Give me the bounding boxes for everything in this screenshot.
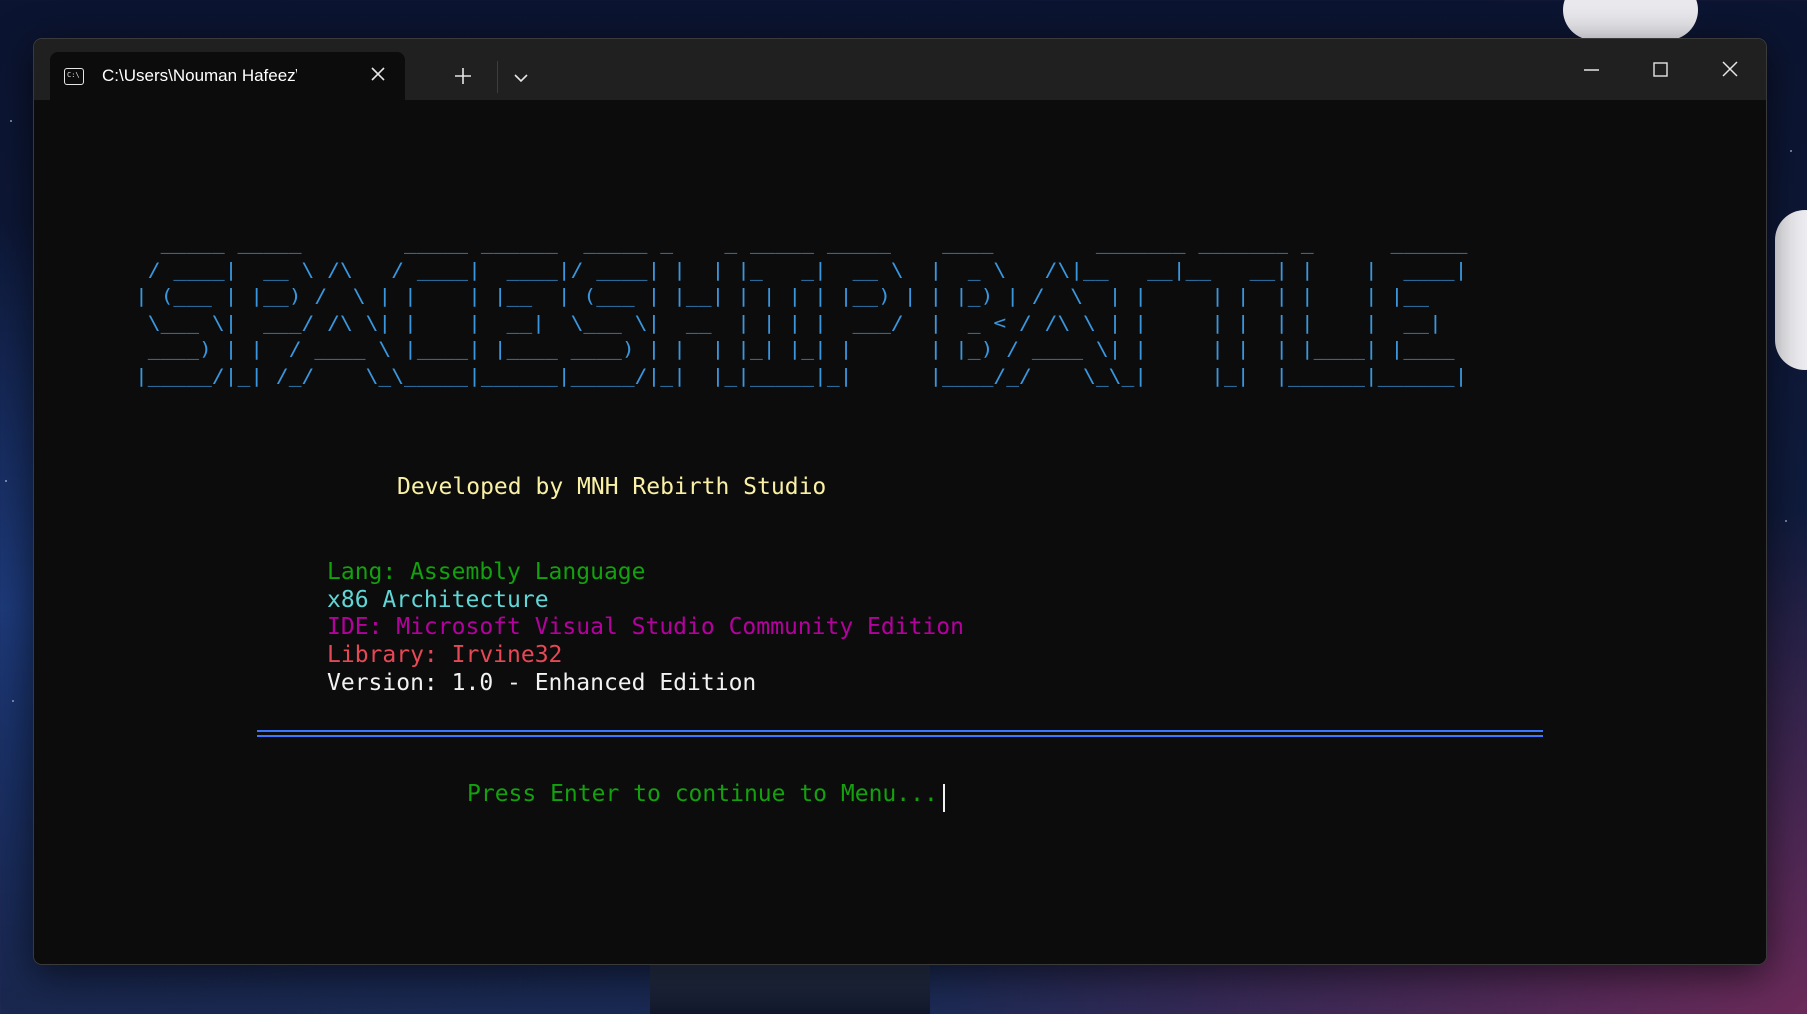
star bbox=[5, 480, 7, 482]
close-window-button[interactable] bbox=[1695, 39, 1764, 100]
terminal-icon: C:\ bbox=[64, 68, 84, 85]
ascii-title-art: _____ _____ _____ ______ _____ _ _ _____… bbox=[135, 232, 1468, 387]
star bbox=[12, 700, 14, 702]
wallpaper-city bbox=[650, 960, 930, 1014]
text-cursor bbox=[943, 784, 945, 812]
info-architecture: x86 Architecture bbox=[327, 587, 549, 613]
minimize-button[interactable] bbox=[1557, 39, 1626, 100]
close-icon bbox=[1722, 61, 1738, 77]
tab-title: C:\Users\Nouman Hafeez\Des bbox=[102, 66, 297, 85]
continue-prompt: Press Enter to continue to Menu... bbox=[467, 781, 938, 807]
star bbox=[1785, 520, 1787, 522]
chevron-down-icon bbox=[514, 74, 528, 83]
minimize-icon bbox=[1584, 69, 1599, 71]
tab-separator bbox=[497, 61, 498, 93]
tab-close-icon[interactable] bbox=[366, 62, 390, 86]
divider-line: ========================================… bbox=[257, 730, 1543, 737]
info-language: Lang: Assembly Language bbox=[327, 559, 646, 585]
developer-credit: Developed by MNH Rebirth Studio bbox=[397, 474, 827, 500]
new-tab-button[interactable] bbox=[448, 61, 478, 91]
wallpaper-shape bbox=[1775, 210, 1807, 370]
star bbox=[1790, 150, 1792, 152]
terminal-window[interactable]: C:\ C:\Users\Nouman Hafeez\Des _____ ___… bbox=[33, 38, 1767, 965]
maximize-icon bbox=[1653, 62, 1668, 77]
title-bar[interactable]: C:\ C:\Users\Nouman Hafeez\Des bbox=[34, 39, 1766, 100]
maximize-button[interactable] bbox=[1626, 39, 1695, 100]
tab-active[interactable]: C:\ C:\Users\Nouman Hafeez\Des bbox=[50, 52, 405, 100]
terminal-output[interactable]: _____ _____ _____ ______ _____ _ _ _____… bbox=[34, 100, 1766, 964]
tab-dropdown-button[interactable] bbox=[508, 65, 534, 91]
star bbox=[10, 120, 12, 122]
info-ide: IDE: Microsoft Visual Studio Community E… bbox=[327, 614, 964, 640]
wallpaper-shape bbox=[1563, 0, 1698, 40]
info-version: Version: 1.0 - Enhanced Edition bbox=[327, 670, 757, 696]
plus-icon bbox=[455, 68, 471, 84]
info-library: Library: Irvine32 bbox=[327, 642, 563, 668]
